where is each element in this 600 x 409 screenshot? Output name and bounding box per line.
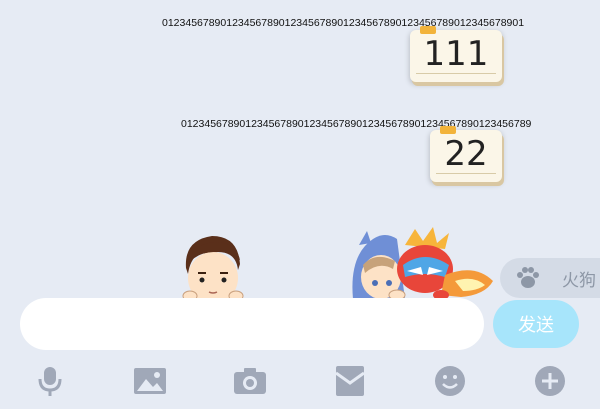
bubble-tab bbox=[420, 26, 436, 34]
peeking-boy-avatar[interactable] bbox=[178, 230, 250, 300]
message-text: 111 bbox=[423, 34, 489, 74]
message-bubble[interactable]: 111 bbox=[410, 26, 502, 82]
red-envelope-icon bbox=[335, 366, 365, 396]
smiley-icon bbox=[435, 366, 465, 396]
microphone-icon bbox=[38, 367, 62, 396]
send-button[interactable]: 发送 bbox=[493, 300, 579, 348]
image-button[interactable] bbox=[132, 363, 168, 399]
camera-button[interactable] bbox=[232, 363, 268, 399]
chat-toolbar bbox=[0, 355, 600, 409]
bubble-tab bbox=[440, 126, 456, 134]
bubble-divider bbox=[416, 73, 496, 74]
message-input[interactable] bbox=[20, 298, 484, 350]
message-bubble[interactable]: 22 bbox=[430, 126, 502, 182]
message-text: 22 bbox=[444, 134, 488, 174]
message-sender-header: 0123456789012345678901234567890123456789… bbox=[162, 17, 525, 29]
suggestion-label: 火狗 bbox=[562, 270, 596, 290]
bubble-divider bbox=[436, 173, 496, 174]
message-sender-header: 0123456789012345678901234567890123456789… bbox=[181, 118, 532, 130]
emoji-button[interactable] bbox=[432, 363, 468, 399]
voice-button[interactable] bbox=[32, 363, 68, 399]
image-icon bbox=[134, 368, 166, 394]
camera-icon bbox=[234, 368, 266, 394]
paw-icon bbox=[517, 267, 539, 288]
plus-icon bbox=[535, 366, 565, 396]
peeking-hero-avatar[interactable] bbox=[345, 225, 495, 300]
red-packet-button[interactable] bbox=[332, 363, 368, 399]
sticker-suggestion[interactable]: 火狗 bbox=[500, 258, 600, 298]
more-button[interactable] bbox=[532, 363, 568, 399]
